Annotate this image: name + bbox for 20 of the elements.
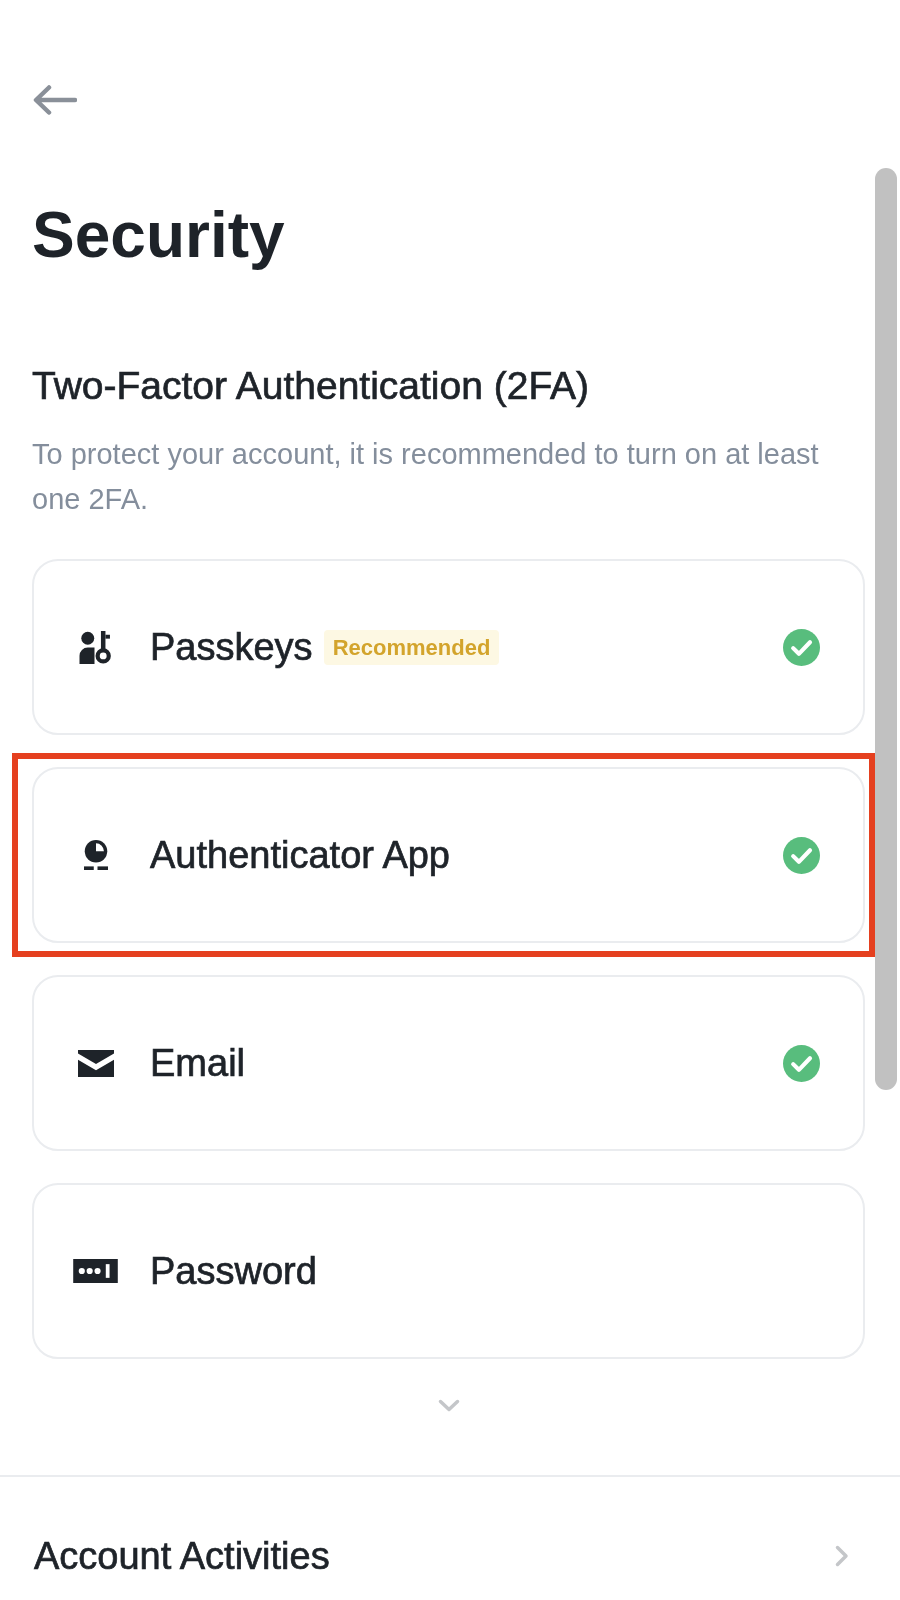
security-method-card[interactable]: Passkeys Recommended <box>32 559 865 735</box>
scrollbar-thumb[interactable] <box>875 168 897 1090</box>
method-label: Passkeys <box>150 625 313 669</box>
method-label: Authenticator App <box>150 833 450 877</box>
person-key-icon <box>78 630 113 664</box>
password-dots-icon <box>73 1259 118 1283</box>
status-badge: Recommended <box>323 629 500 665</box>
section-heading: Two-Factor Authentication (2FA) <box>32 364 591 408</box>
chevron-down-icon[interactable] <box>437 1399 460 1412</box>
security-method-card[interactable]: Password <box>32 1183 865 1359</box>
security-method-card[interactable]: Authenticator App <box>32 767 865 943</box>
method-label: Email <box>150 1041 246 1085</box>
envelope-icon <box>77 1049 114 1077</box>
chevron-right-icon <box>835 1545 849 1567</box>
page-title: Security <box>32 200 286 270</box>
security-method-card[interactable]: Email <box>32 975 865 1151</box>
arrow-left-icon[interactable] <box>32 84 77 116</box>
section-description: To protect your account, it is recommended to turn on at least one 2FA. <box>32 437 820 517</box>
method-label: Password <box>150 1249 317 1293</box>
menu-row[interactable]: Account Activities <box>0 1534 900 1578</box>
